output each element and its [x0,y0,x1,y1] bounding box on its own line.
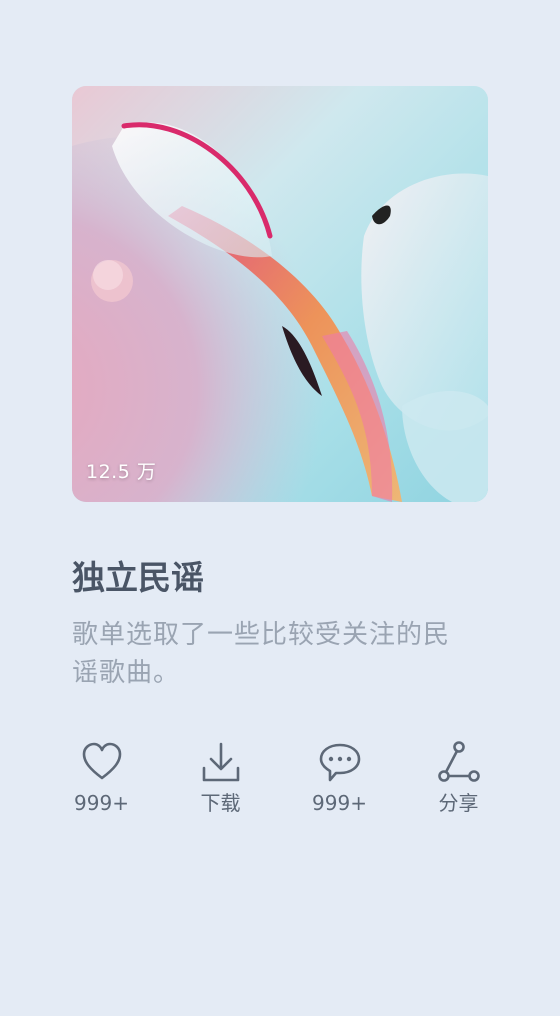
heart-icon [80,740,124,784]
cover-artwork [72,86,488,502]
like-count: 999+ [74,791,129,815]
download-button[interactable]: 下载 [161,740,280,816]
playlist-description: 歌单选取了一些比较受关注的民谣歌曲。 [72,620,451,688]
share-icon [437,740,481,784]
like-button[interactable]: 999+ [42,740,161,816]
action-bar: 999+ 下载 999+ 分享 [42,740,518,816]
comment-button[interactable]: 999+ [280,740,399,816]
share-label: 分享 [438,791,479,815]
comment-icon [318,740,362,784]
play-count: 12.5 万 [86,461,157,483]
download-label: 下载 [200,791,241,815]
comment-count: 999+ [312,791,367,815]
share-button[interactable]: 分享 [399,740,518,816]
playlist-title: 独立民谣 [72,558,204,597]
download-icon [199,740,243,784]
playlist-cover[interactable]: 12.5 万 [72,86,488,502]
